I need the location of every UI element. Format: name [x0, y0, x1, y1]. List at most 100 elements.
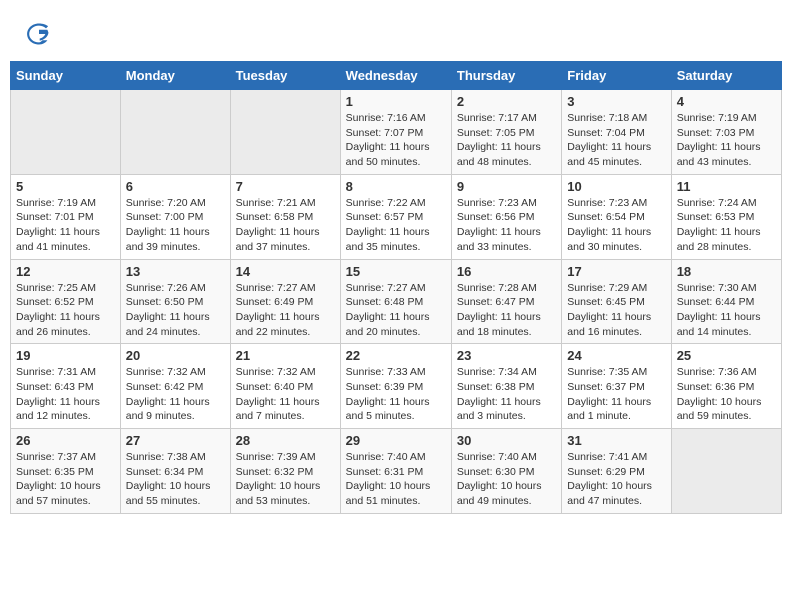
calendar-cell: 1 Sunrise: 7:16 AMSunset: 7:07 PMDaylight… — [340, 90, 451, 175]
calendar-table: SundayMondayTuesdayWednesdayThursdayFrid… — [10, 61, 782, 514]
day-number: 9 — [457, 179, 556, 194]
logo-icon — [25, 20, 53, 48]
calendar-cell: 6Sunrise: 7:20 AMSunset: 7:00 PMDaylight… — [120, 174, 230, 259]
calendar-week-row: 26 Sunrise: 7:37 AMSunset: 6:35 PMDayligh… — [11, 429, 782, 514]
day-info: Sunrise: 7:18 AMSunset: 7:04 PMDaylight:… — [567, 111, 665, 170]
day-info: Sunrise: 7:41 AMSunset: 6:29 PMDaylight:… — [567, 450, 665, 509]
calendar-cell: 30 Sunrise: 7:40 AMSunset: 6:30 PMDayligh… — [451, 429, 561, 514]
day-info: Sunrise: 7:28 AMSunset: 6:47 PMDaylight:… — [457, 281, 556, 340]
calendar-cell: 28 Sunrise: 7:39 AMSunset: 6:32 PMDayligh… — [230, 429, 340, 514]
calendar-cell: 13 Sunrise: 7:26 AMSunset: 6:50 PMDayligh… — [120, 259, 230, 344]
day-number: 10 — [567, 179, 665, 194]
weekday-header-monday: Monday — [120, 62, 230, 90]
day-info: Sunrise: 7:32 AMSunset: 6:42 PMDaylight:… — [126, 365, 225, 424]
day-number: 23 — [457, 348, 556, 363]
day-info: Sunrise: 7:29 AMSunset: 6:45 PMDaylight:… — [567, 281, 665, 340]
day-info: Sunrise: 7:24 AMSunset: 6:53 PMDaylight:… — [677, 196, 776, 255]
calendar-cell: 14 Sunrise: 7:27 AMSunset: 6:49 PMDayligh… — [230, 259, 340, 344]
day-number: 12 — [16, 264, 115, 279]
calendar-cell: 19 Sunrise: 7:31 AMSunset: 6:43 PMDayligh… — [11, 344, 121, 429]
calendar-cell: 15 Sunrise: 7:27 AMSunset: 6:48 PMDayligh… — [340, 259, 451, 344]
day-info: Sunrise: 7:37 AMSunset: 6:35 PMDaylight:… — [16, 450, 115, 509]
day-number: 25 — [677, 348, 776, 363]
day-number: 1 — [346, 94, 446, 109]
day-info: Sunrise: 7:22 AMSunset: 6:57 PMDaylight:… — [346, 196, 446, 255]
day-number: 11 — [677, 179, 776, 194]
day-info: Sunrise: 7:27 AMSunset: 6:48 PMDaylight:… — [346, 281, 446, 340]
weekday-header-tuesday: Tuesday — [230, 62, 340, 90]
day-info: Sunrise: 7:23 AMSunset: 6:56 PMDaylight:… — [457, 196, 556, 255]
calendar-cell — [230, 90, 340, 175]
day-number: 28 — [236, 433, 335, 448]
day-number: 30 — [457, 433, 556, 448]
calendar-cell: 8 Sunrise: 7:22 AMSunset: 6:57 PMDaylight… — [340, 174, 451, 259]
calendar-cell: 22 Sunrise: 7:33 AMSunset: 6:39 PMDayligh… — [340, 344, 451, 429]
day-number: 14 — [236, 264, 335, 279]
calendar-cell: 25 Sunrise: 7:36 AMSunset: 6:36 PMDayligh… — [671, 344, 781, 429]
day-info: Sunrise: 7:23 AMSunset: 6:54 PMDaylight:… — [567, 196, 665, 255]
calendar-cell: 23 Sunrise: 7:34 AMSunset: 6:38 PMDayligh… — [451, 344, 561, 429]
calendar-week-row: 12 Sunrise: 7:25 AMSunset: 6:52 PMDayligh… — [11, 259, 782, 344]
weekday-header-wednesday: Wednesday — [340, 62, 451, 90]
calendar-week-row: 5Sunrise: 7:19 AMSunset: 7:01 PMDaylight… — [11, 174, 782, 259]
calendar-cell: 9 Sunrise: 7:23 AMSunset: 6:56 PMDaylight… — [451, 174, 561, 259]
calendar-cell: 5Sunrise: 7:19 AMSunset: 7:01 PMDaylight… — [11, 174, 121, 259]
weekday-header-saturday: Saturday — [671, 62, 781, 90]
day-number: 20 — [126, 348, 225, 363]
day-info: Sunrise: 7:38 AMSunset: 6:34 PMDaylight:… — [126, 450, 225, 509]
day-number: 16 — [457, 264, 556, 279]
weekday-header-sunday: Sunday — [11, 62, 121, 90]
day-number: 8 — [346, 179, 446, 194]
calendar-cell: 18Sunrise: 7:30 AMSunset: 6:44 PMDayligh… — [671, 259, 781, 344]
day-info: Sunrise: 7:35 AMSunset: 6:37 PMDaylight:… — [567, 365, 665, 424]
day-info: Sunrise: 7:33 AMSunset: 6:39 PMDaylight:… — [346, 365, 446, 424]
logo — [25, 20, 57, 48]
day-info: Sunrise: 7:16 AMSunset: 7:07 PMDaylight:… — [346, 111, 446, 170]
calendar-cell: 16 Sunrise: 7:28 AMSunset: 6:47 PMDayligh… — [451, 259, 561, 344]
weekday-header-thursday: Thursday — [451, 62, 561, 90]
day-number: 22 — [346, 348, 446, 363]
calendar-cell: 2 Sunrise: 7:17 AMSunset: 7:05 PMDaylight… — [451, 90, 561, 175]
day-number: 21 — [236, 348, 335, 363]
calendar-cell: 26 Sunrise: 7:37 AMSunset: 6:35 PMDayligh… — [11, 429, 121, 514]
day-number: 31 — [567, 433, 665, 448]
calendar-cell: 31 Sunrise: 7:41 AMSunset: 6:29 PMDayligh… — [562, 429, 671, 514]
day-number: 4 — [677, 94, 776, 109]
day-info: Sunrise: 7:27 AMSunset: 6:49 PMDaylight:… — [236, 281, 335, 340]
day-number: 7 — [236, 179, 335, 194]
weekday-header-row: SundayMondayTuesdayWednesdayThursdayFrid… — [11, 62, 782, 90]
day-number: 2 — [457, 94, 556, 109]
day-number: 13 — [126, 264, 225, 279]
day-number: 26 — [16, 433, 115, 448]
day-number: 29 — [346, 433, 446, 448]
calendar-cell: 29 Sunrise: 7:40 AMSunset: 6:31 PMDayligh… — [340, 429, 451, 514]
day-info: Sunrise: 7:39 AMSunset: 6:32 PMDaylight:… — [236, 450, 335, 509]
calendar-cell: 12 Sunrise: 7:25 AMSunset: 6:52 PMDayligh… — [11, 259, 121, 344]
day-number: 19 — [16, 348, 115, 363]
day-info: Sunrise: 7:32 AMSunset: 6:40 PMDaylight:… — [236, 365, 335, 424]
calendar-cell: 7Sunrise: 7:21 AMSunset: 6:58 PMDaylight… — [230, 174, 340, 259]
day-number: 15 — [346, 264, 446, 279]
calendar-cell: 27 Sunrise: 7:38 AMSunset: 6:34 PMDayligh… — [120, 429, 230, 514]
page-header — [10, 10, 782, 53]
day-info: Sunrise: 7:34 AMSunset: 6:38 PMDaylight:… — [457, 365, 556, 424]
calendar-cell — [671, 429, 781, 514]
calendar-cell: 21 Sunrise: 7:32 AMSunset: 6:40 PMDayligh… — [230, 344, 340, 429]
calendar-week-row: 19 Sunrise: 7:31 AMSunset: 6:43 PMDayligh… — [11, 344, 782, 429]
day-number: 27 — [126, 433, 225, 448]
calendar-cell: 3Sunrise: 7:18 AMSunset: 7:04 PMDaylight… — [562, 90, 671, 175]
calendar-cell — [120, 90, 230, 175]
day-number: 5 — [16, 179, 115, 194]
day-info: Sunrise: 7:19 AMSunset: 7:03 PMDaylight:… — [677, 111, 776, 170]
calendar-cell — [11, 90, 121, 175]
day-info: Sunrise: 7:31 AMSunset: 6:43 PMDaylight:… — [16, 365, 115, 424]
day-info: Sunrise: 7:25 AMSunset: 6:52 PMDaylight:… — [16, 281, 115, 340]
day-number: 24 — [567, 348, 665, 363]
day-info: Sunrise: 7:17 AMSunset: 7:05 PMDaylight:… — [457, 111, 556, 170]
day-info: Sunrise: 7:26 AMSunset: 6:50 PMDaylight:… — [126, 281, 225, 340]
day-info: Sunrise: 7:40 AMSunset: 6:30 PMDaylight:… — [457, 450, 556, 509]
day-number: 17 — [567, 264, 665, 279]
day-info: Sunrise: 7:40 AMSunset: 6:31 PMDaylight:… — [346, 450, 446, 509]
day-number: 18 — [677, 264, 776, 279]
day-info: Sunrise: 7:36 AMSunset: 6:36 PMDaylight:… — [677, 365, 776, 424]
